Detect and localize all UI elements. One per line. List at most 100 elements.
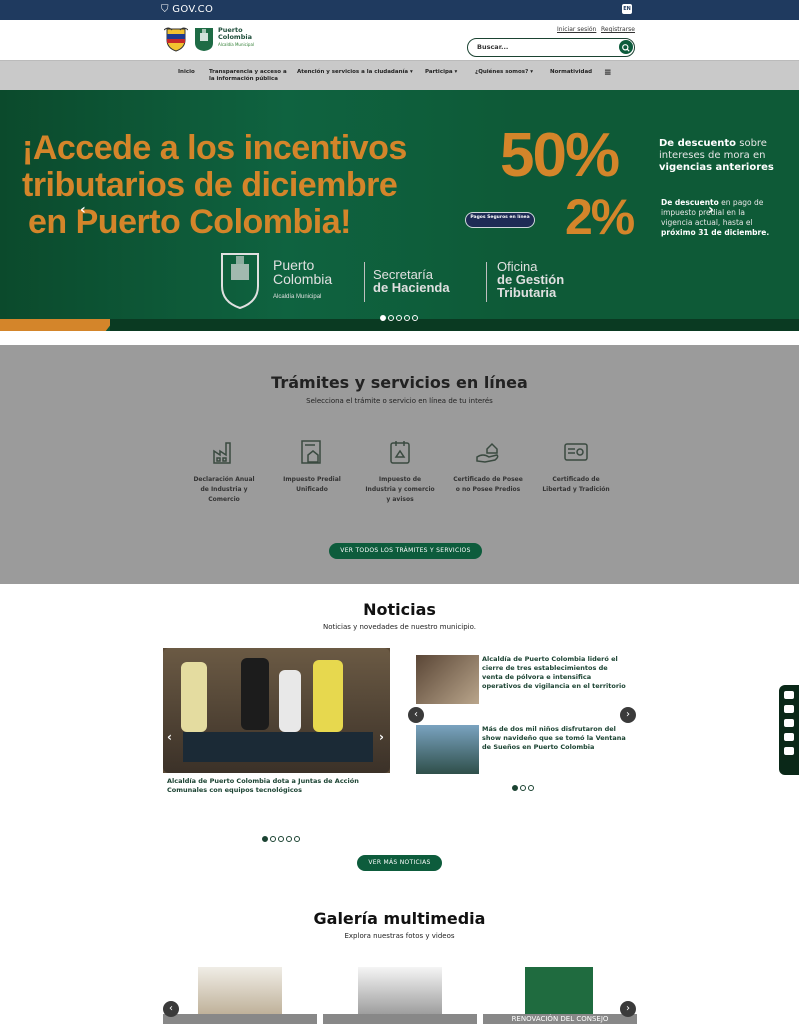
chevron-down-icon: ▾ [410, 69, 413, 75]
chat-icon[interactable] [784, 747, 794, 755]
nav-participa[interactable]: Participa ▾ [425, 69, 457, 76]
hero-org-1-a: Puerto [273, 257, 315, 273]
hero-50-bold: De descuento [659, 138, 737, 149]
search-input[interactable]: Buscar... [467, 38, 635, 57]
noticias-title: Noticias [363, 600, 436, 619]
side-news-prev-icon[interactable]: ‹ [408, 707, 424, 723]
tramite-card-libertad[interactable]: Certificado de Libertad y Tradición [541, 439, 611, 495]
news-thumb-2[interactable] [416, 725, 479, 774]
tramite-label: Impuesto de Industria y comercio y aviso… [365, 476, 435, 503]
tramite-label: Certificado de Libertad y Tradición [542, 476, 610, 493]
hero-org-1-b: Colombia [273, 271, 333, 287]
carousel-dot[interactable] [412, 315, 418, 321]
nav-normatividad[interactable]: Normatividad [550, 69, 592, 76]
tramite-card-industria[interactable]: Declaración Anual de Industria y Comerci… [189, 439, 259, 505]
hero-org-1-c: Alcaldía Municipal [273, 294, 322, 300]
search-icon [622, 44, 630, 52]
nav-atencion-label: Atención y servicios a la ciudadanía [297, 69, 409, 75]
main-news-image[interactable]: ‹ › [163, 648, 390, 773]
hero-percent-50: 50% [500, 121, 620, 190]
gov-logo[interactable]: ⛉ GOV.CO [161, 4, 213, 15]
font-decrease-icon[interactable] [784, 733, 794, 741]
news-carousel-dots[interactable] [262, 836, 300, 842]
gallery-caption-bar-2 [323, 1014, 477, 1024]
hero-2-bold-2: próximo 31 de diciembre. [661, 228, 770, 237]
main-nav: Inicio Transparencia y acceso a la infor… [0, 60, 799, 90]
font-increase-icon[interactable] [784, 719, 794, 727]
news-side-caption-2[interactable]: Más de dos mil niños disfrutaron del sho… [482, 725, 627, 752]
calendar-tax-icon [390, 441, 410, 464]
pay-online-button[interactable]: Pagos Seguros en línea [465, 212, 535, 228]
gallery-next-icon[interactable]: › [620, 1001, 636, 1017]
nav-inicio[interactable]: Inicio [178, 69, 195, 76]
news-side-caption-1[interactable]: Alcaldía de Puerto Colombia lideró el ci… [482, 655, 627, 691]
side-news-next-icon[interactable]: › [620, 707, 636, 723]
nav-quienes-label: ¿Quiénes somos? [475, 69, 529, 75]
carousel-dot[interactable] [520, 785, 526, 791]
nav-participa-label: Participa [425, 69, 453, 75]
login-link[interactable]: Iniciar sesión [557, 26, 596, 33]
carousel-dot[interactable] [286, 836, 292, 842]
colombia-shield-icon[interactable] [164, 26, 188, 52]
nav-atencion[interactable]: Atención y servicios a la ciudadanía ▾ [297, 69, 413, 76]
view-more-news-button[interactable]: VER MÁS NOTICIAS [357, 855, 442, 871]
side-news-dots[interactable] [512, 785, 534, 791]
carousel-dot[interactable] [388, 315, 394, 321]
hero-carousel-dots[interactable] [380, 315, 418, 321]
language-toggle[interactable]: EN [622, 4, 632, 14]
carousel-dot[interactable] [396, 315, 402, 321]
view-all-tramites-button[interactable]: VER TODOS LOS TRÁMITES Y SERVICIOS [329, 543, 482, 559]
noticias-subtitle: Noticias y novedades de nuestro municipi… [322, 623, 477, 631]
news-next-arrow-icon[interactable]: › [379, 730, 384, 744]
gallery-prev-icon[interactable]: ‹ [163, 1001, 179, 1017]
puerto-colombia-logo-icon[interactable] [194, 26, 214, 52]
tramite-label: Impuesto Predial Unificado [283, 476, 341, 493]
hero-headline-line-2: tributarios de diciembre [22, 166, 398, 204]
tramite-card-predial[interactable]: Impuesto Predial Unificado [277, 439, 347, 495]
hero-prev-arrow-icon[interactable]: ‹ [80, 202, 86, 218]
accessibility-icon[interactable] [784, 691, 794, 699]
search-placeholder: Buscar... [477, 43, 509, 51]
certificate-icon [564, 443, 588, 461]
person-4 [313, 660, 343, 732]
galeria-title: Galería multimedia [313, 909, 486, 928]
tramites-section: Trámites y servicios en línea Selecciona… [0, 345, 799, 584]
search-button[interactable] [619, 40, 633, 54]
carousel-dot[interactable] [528, 785, 534, 791]
carousel-dot[interactable] [278, 836, 284, 842]
nav-transparencia[interactable]: Transparencia y acceso a la información … [209, 69, 287, 83]
chevron-down-icon: ▾ [530, 69, 533, 75]
hero-org-3: Oficina de Gestión Tributaria [497, 260, 564, 299]
hero-percent-2: 2% [565, 189, 635, 245]
carousel-dot[interactable] [512, 785, 518, 791]
tramites-title: Trámites y servicios en línea [271, 373, 528, 392]
hero-headline: ¡Accede a los incentivos tributarios de … [22, 130, 407, 241]
carousel-dot[interactable] [404, 315, 410, 321]
main-news-caption[interactable]: Alcaldía de Puerto Colombia dota a Junta… [167, 777, 382, 795]
carousel-dot[interactable] [380, 315, 386, 321]
hero-separator-1 [364, 262, 365, 302]
hamburger-menu-icon[interactable]: ≡ [604, 69, 612, 78]
hero-org-2-b: de Hacienda [373, 280, 450, 295]
accessibility-toolbar[interactable] [779, 685, 799, 775]
carousel-dot[interactable] [294, 836, 300, 842]
register-link[interactable]: Registrarse [601, 26, 635, 33]
nav-quienes-somos[interactable]: ¿Quiénes somos? ▾ [475, 69, 533, 76]
contrast-icon[interactable] [784, 705, 794, 713]
news-prev-arrow-icon[interactable]: ‹ [167, 730, 172, 744]
carousel-dot[interactable] [262, 836, 268, 842]
site-header: Puerto Colombia Alcaldía Municipal Inici… [0, 20, 799, 60]
hand-house-icon [476, 442, 499, 463]
hero-next-arrow-icon[interactable]: › [708, 202, 714, 218]
tramites-subtitle: Selecciona el trámite o servicio en líne… [306, 397, 493, 405]
brand-line-2: Colombia [218, 33, 252, 41]
person-2 [241, 658, 269, 730]
chevron-down-icon: ▾ [454, 69, 458, 75]
gov-bar: ⛉ GOV.CO EN [0, 0, 799, 20]
gallery-caption-3[interactable]: RENOVACIÓN DEL CONSEJO [483, 1014, 637, 1024]
carousel-dot[interactable] [270, 836, 276, 842]
tramite-card-ica[interactable]: Impuesto de Industria y comercio y aviso… [365, 439, 435, 505]
news-thumb-1[interactable] [416, 655, 479, 704]
tramite-card-posee[interactable]: Certificado de Posee o no Posee Predios [453, 439, 523, 495]
hero-banner[interactable]: ¡Accede a los incentivos tributarios de … [0, 90, 799, 331]
